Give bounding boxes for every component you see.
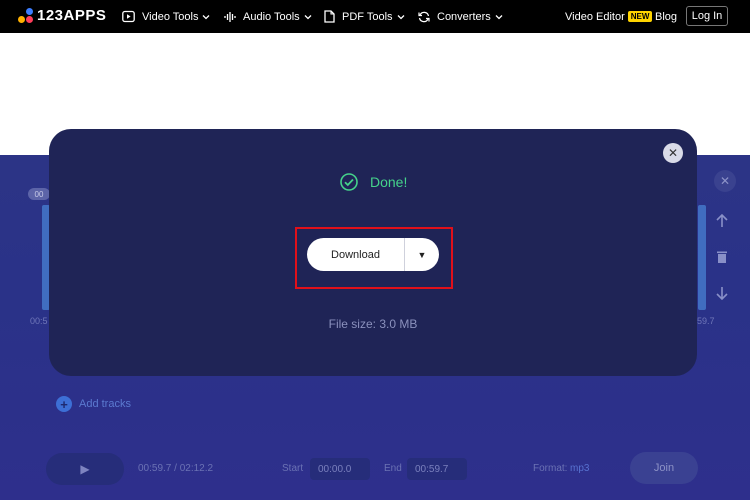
- nav-audio-tools-label: Audio Tools: [243, 10, 300, 23]
- move-down-icon[interactable]: [716, 286, 728, 305]
- login-button[interactable]: Log In: [686, 6, 728, 26]
- nav-video-editor[interactable]: Video Editor NEW: [565, 0, 653, 33]
- brand-logo[interactable]: 123APPS: [18, 7, 106, 24]
- format-label: Format:: [533, 463, 568, 474]
- nav-video-tools-label: Video Tools: [142, 10, 199, 23]
- brand-name: 123APPS: [37, 7, 107, 24]
- top-navigation: 123APPS Video Tools Audio Tools PDF Tool…: [0, 0, 750, 33]
- nav-converters-label: Converters: [437, 10, 491, 23]
- chevron-down-icon: [495, 14, 503, 19]
- track-close-icon[interactable]: ✕: [714, 170, 736, 192]
- add-tracks-label: Add tracks: [79, 398, 131, 410]
- play-icon: ▶: [80, 462, 90, 476]
- track-badge: 00: [28, 188, 50, 200]
- dropdown-caret-icon[interactable]: ▼: [405, 250, 439, 260]
- format-select[interactable]: mp3: [570, 463, 589, 474]
- add-tracks-button[interactable]: + Add tracks: [56, 396, 131, 412]
- nav-video-editor-label: Video Editor: [565, 10, 625, 23]
- play-square-icon: [122, 10, 135, 23]
- nav-pdf-tools[interactable]: PDF Tools: [324, 0, 405, 33]
- start-time-input[interactable]: 00:00.0: [310, 458, 370, 480]
- chevron-down-icon: [203, 14, 210, 19]
- start-label: Start: [282, 463, 304, 474]
- nav-audio-tools[interactable]: Audio Tools: [224, 0, 312, 33]
- done-status: Done!: [340, 173, 407, 191]
- chevron-down-icon: [397, 14, 405, 19]
- document-icon: [324, 10, 335, 23]
- audio-wave-icon: [224, 11, 236, 22]
- nav-video-tools[interactable]: Video Tools: [122, 0, 210, 33]
- playback-time: 00:59.7 / 02:12.2: [138, 463, 214, 474]
- nav-converters[interactable]: Converters: [418, 0, 503, 33]
- nav-blog-label: Blog: [655, 10, 678, 23]
- end-label: End: [384, 463, 402, 474]
- new-badge: NEW: [627, 11, 653, 22]
- check-circle-icon: [340, 173, 358, 191]
- play-button[interactable]: ▶: [46, 453, 124, 485]
- refresh-icon: [418, 11, 430, 22]
- join-button[interactable]: Join: [630, 452, 698, 484]
- logo-dots-icon: [18, 7, 34, 24]
- download-button-label[interactable]: Download: [307, 249, 404, 261]
- track-strip-right: [698, 205, 706, 310]
- end-time-input[interactable]: 00:59.7: [407, 458, 467, 480]
- move-up-icon[interactable]: [716, 213, 728, 233]
- nav-blog[interactable]: Blog: [655, 0, 677, 33]
- plus-icon: +: [56, 396, 72, 412]
- done-label: Done!: [370, 174, 408, 190]
- chevron-down-icon: [304, 14, 312, 19]
- trash-icon[interactable]: [716, 250, 728, 269]
- nav-pdf-tools-label: PDF Tools: [342, 10, 393, 23]
- close-icon[interactable]: ✕: [663, 143, 683, 163]
- download-button[interactable]: Download ▼: [307, 238, 439, 271]
- file-size: File size: 3.0 MB: [328, 317, 418, 331]
